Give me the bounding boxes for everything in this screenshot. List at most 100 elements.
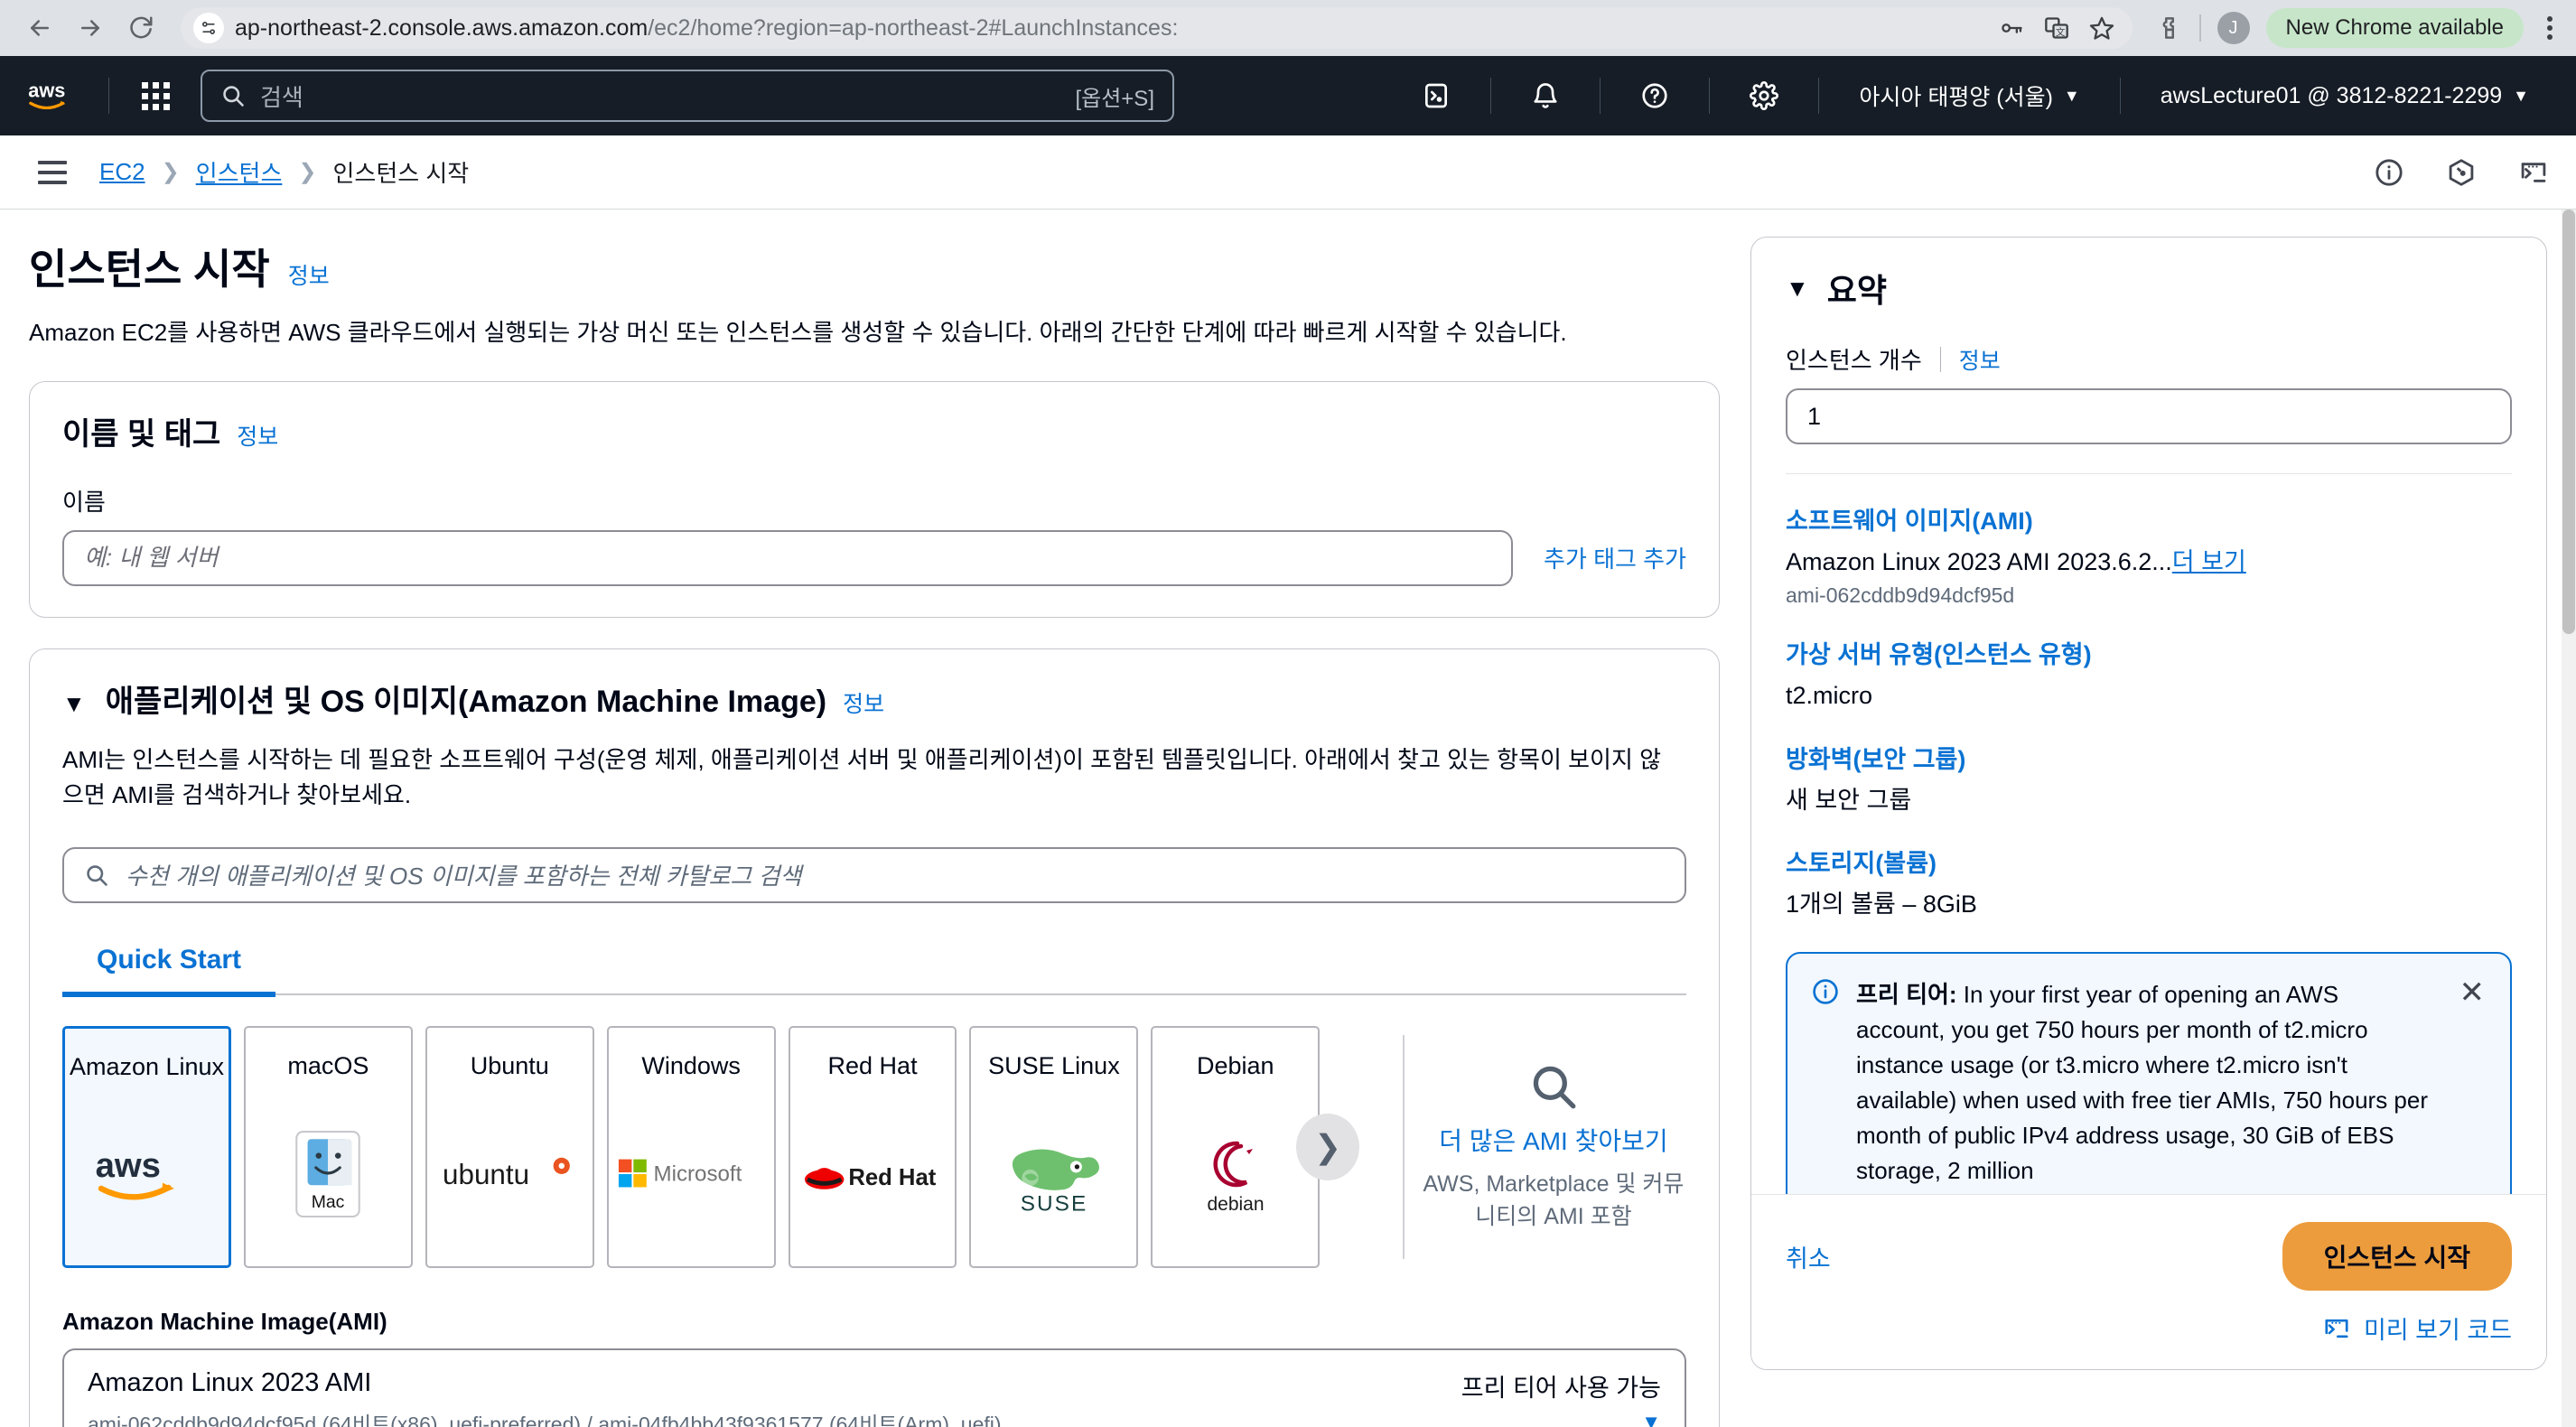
launch-instance-button[interactable]: 인스턴스 시작 [2282,1222,2512,1291]
svg-text:SUSE: SUSE [1021,1191,1088,1216]
svg-text:aws: aws [28,79,65,101]
address-bar[interactable]: ap-northeast-2.console.aws.amazon.com/ec… [181,7,2133,49]
chevron-right-icon: ❯ [161,160,180,184]
hexagon-icon[interactable] [2446,157,2477,188]
summary-item-link[interactable]: 스토리지(볼륨) [1786,850,1937,877]
collapse-caret-icon[interactable]: ▼ [62,690,86,718]
key-icon[interactable] [1999,15,2024,41]
cloudshell-button[interactable] [1398,81,1474,110]
tab-quick-start[interactable]: Quick Start [62,936,276,997]
breadcrumb-item-instances[interactable]: 인스턴스 [196,155,283,189]
region-selector[interactable]: 아시아 태평양 (서울) ▼ [1835,79,2103,112]
os-tiles-row: Amazon Linux aws macOS Mac Ubuntu ubuntu… [62,1025,1686,1268]
back-button[interactable] [16,5,63,51]
name-and-tags-info-link[interactable]: 정보 [237,419,278,452]
translate-icon[interactable]: 文 [2044,15,2069,41]
summary-item-more-link[interactable]: 더 보기 [2172,548,2246,575]
free-tier-badge: 프리 티어 사용 가능 [1461,1374,1661,1402]
nav-divider [108,78,109,114]
summary-item-link[interactable]: 가상 서버 유형(인스턴스 유형) [1786,641,2092,668]
summary-item-link[interactable]: 방화벽(보안 그룹) [1786,746,1965,773]
ami-info-link[interactable]: 정보 [843,686,884,719]
url-text: ap-northeast-2.console.aws.amazon.com/ec… [235,15,1999,42]
global-search-input[interactable]: 검색 [옵션+S] [201,70,1174,122]
ami-tabs: Quick Start [62,936,1686,997]
catalog-search-placeholder: 수천 개의 애플리케이션 및 OS 이미지를 포함하는 전체 카탈로그 검색 [126,863,802,891]
summary-item-instance-type: 가상 서버 유형(인스턴스 유형) t2.micro [1786,635,2512,712]
account-menu[interactable]: awsLecture01 @ 3812-8221-2299 ▼ [2137,83,2553,109]
kebab-menu-icon[interactable] [2540,16,2560,40]
info-circle-icon[interactable] [2374,157,2404,188]
bell-icon [1534,83,1557,108]
app-grid-icon[interactable] [126,81,186,110]
os-tile-label: Red Hat [827,1051,918,1079]
settings-button[interactable] [1726,81,1802,110]
hamburger-menu-icon[interactable] [25,152,79,193]
info-circle-icon [1811,977,1840,1189]
summary-divider [1786,473,2512,474]
browse-more-amis-link[interactable]: 더 많은 AMI 찾아보기 [1439,1122,1667,1158]
name-input[interactable] [62,529,1514,586]
os-tile-ubuntu[interactable]: Ubuntu ubuntu [425,1025,594,1268]
page-description: Amazon EC2를 사용하면 AWS 클라우드에서 실행되는 가상 머신 또… [29,319,1567,346]
chrome-update-pill[interactable]: New Chrome available [2265,8,2524,48]
summary-scroll-area: ▼ 요약 인스턴스 개수 정보 소프트웨어 이미지(AMI) Amazon Li… [1751,238,2546,1194]
breadcrumb-item-ec2[interactable]: EC2 [99,158,145,186]
gear-icon [1750,81,1779,110]
os-tile-windows[interactable]: Windows Microsoft [606,1025,776,1268]
question-circle-icon [1642,83,1667,108]
svg-text:Microsoft: Microsoft [654,1161,742,1186]
os-tile-debian[interactable]: Debian debian [1151,1025,1321,1268]
browse-more-amis[interactable]: 더 많은 AMI 찾아보기 AWS, Marketplace 및 커뮤니티의 A… [1405,1026,1686,1268]
summary-item-link[interactable]: 소프트웨어 이미지(AMI) [1786,508,2033,535]
os-tile-suse-linux[interactable]: SUSE Linux SUSE [969,1025,1139,1268]
os-tile-amazon-linux[interactable]: Amazon Linux aws [62,1025,231,1268]
aws-logo-button[interactable]: aws [20,77,92,115]
ami-select-dropdown[interactable]: Amazon Linux 2023 AMI ami-062cddb9d94dcf… [62,1348,1686,1427]
catalog-search-input[interactable]: 수천 개의 애플리케이션 및 OS 이미지를 포함하는 전체 카탈로그 검색 [62,846,1686,903]
main-column: 인스턴스 시작 정보 Amazon EC2를 사용하면 AWS 클라우드에서 실… [29,237,1720,1427]
instance-count-info-link[interactable]: 정보 [1959,343,2001,376]
os-tile-macos[interactable]: macOS Mac [243,1025,413,1268]
preview-code-link[interactable]: 미리 보기 코드 [2364,1310,2512,1346]
summary-column: ▼ 요약 인스턴스 개수 정보 소프트웨어 이미지(AMI) Amazon Li… [1750,237,2547,1427]
site-settings-icon [201,21,216,35]
svg-text:Mac: Mac [312,1192,345,1212]
aws-global-nav: aws 검색 [옵션+S] 아시아 태평양 (서울) ▼ awsLecture0… [0,56,2576,135]
star-icon[interactable] [2089,15,2114,41]
profile-avatar[interactable]: J [2217,12,2250,44]
cloudshell-icon[interactable] [2518,157,2549,188]
os-tile-red-hat[interactable]: Red Hat Red Hat [788,1025,957,1268]
summary-title: 요약 [1826,272,1887,309]
carousel-next-button[interactable]: ❯ [1296,1113,1359,1180]
ami-selected-title: Amazon Linux 2023 AMI [88,1367,372,1397]
microsoft-logo: Microsoft [609,1082,774,1266]
cancel-button[interactable]: 취소 [1786,1239,1831,1274]
help-button[interactable] [1617,81,1693,110]
summary-item-value-text: Amazon Linux 2023 AMI 2023.6.2... [1786,548,2172,575]
code-preview-icon[interactable] [2322,1314,2351,1343]
add-additional-tag-link[interactable]: 추가 태그 추가 [1544,541,1686,574]
url-domain: ap-northeast-2.console.aws.amazon.com [235,14,649,41]
toolbar-divider [2198,14,2201,42]
debian-logo: debian [1153,1082,1318,1266]
reload-button[interactable] [117,5,164,51]
forward-button[interactable] [67,5,114,51]
page-scrollbar[interactable] [2562,210,2576,1427]
summary-footer: 취소 인스턴스 시작 미리 보기 코드 [1751,1194,2546,1369]
suse-logo: SUSE [971,1082,1136,1266]
close-icon[interactable]: ✕ [2450,977,2486,1189]
page-info-link[interactable]: 정보 [288,258,330,291]
chevron-down-icon[interactable]: ▼ [1641,1411,1661,1427]
puzzle-icon[interactable] [2156,14,2183,42]
forward-arrow-icon [81,20,99,36]
os-tile-label: SUSE Linux [988,1051,1120,1079]
collapse-caret-icon[interactable]: ▼ [1786,275,1809,303]
notifications-button[interactable] [1507,81,1583,110]
site-settings-button[interactable] [193,13,224,43]
search-icon [223,86,244,107]
breadcrumb-item-current: 인스턴스 시작 [332,160,470,187]
svg-text:ubuntu: ubuntu [443,1159,529,1190]
scrollbar-thumb[interactable] [2562,210,2575,634]
instance-count-input[interactable] [1786,388,2512,444]
